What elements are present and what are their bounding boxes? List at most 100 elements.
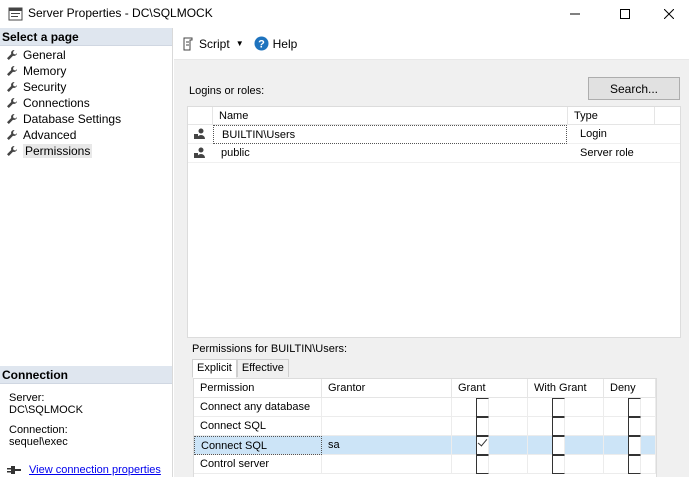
permission-row[interactable]: Connect SQL sa <box>194 436 656 455</box>
close-button[interactable] <box>646 0 689 28</box>
with-grant-checkbox[interactable] <box>552 455 565 474</box>
deny-checkbox[interactable] <box>628 398 641 417</box>
with-grant-cell <box>528 455 604 474</box>
deny-checkbox[interactable] <box>628 455 641 474</box>
connection-plug-icon <box>7 465 21 475</box>
select-page-header: Select a page <box>0 28 172 46</box>
grant-cell <box>452 436 528 455</box>
grantor <box>322 398 452 417</box>
connection-header: Connection <box>0 366 172 384</box>
column-header-type[interactable]: Type <box>568 107 655 125</box>
permission-row[interactable]: Connect SQL <box>194 417 656 436</box>
column-header-name[interactable]: Name <box>213 107 568 125</box>
grant-cell <box>452 398 528 417</box>
with-grant-cell <box>528 436 604 455</box>
main-content: Script ▼ ? Help Logins or roles: Search.… <box>174 28 689 477</box>
login-row[interactable]: BUILTIN\Users Login <box>188 125 680 144</box>
window-title: Server Properties - DC\SQLMOCK <box>28 6 213 20</box>
with-grant-cell <box>528 417 604 436</box>
help-button[interactable]: ? Help <box>254 36 298 51</box>
connection-info: Server: DC\SQLMOCK Connection: sequel\ex… <box>0 384 172 448</box>
page-item-label: Security <box>23 80 67 94</box>
view-link-label: View connection properties <box>29 464 161 476</box>
login-row[interactable]: public Server role <box>188 144 680 163</box>
tab-effective[interactable]: Effective <box>236 359 289 377</box>
permission-row[interactable]: Connect any database <box>194 398 656 417</box>
login-type: Login <box>580 128 607 140</box>
page-item-permissions[interactable]: Permissions <box>0 143 172 159</box>
with-grant-cell <box>528 398 604 417</box>
connection-label: Connection: <box>9 424 68 436</box>
wrench-icon <box>5 144 19 158</box>
search-button[interactable]: Search... <box>588 77 680 100</box>
view-connection-properties-link[interactable]: View connection properties <box>7 464 161 476</box>
page-item-general[interactable]: General <box>0 47 172 63</box>
column-header-deny[interactable]: Deny <box>604 379 656 398</box>
permission-name: Connect SQL <box>194 417 322 436</box>
permissions-label: Permissions for BUILTIN\Users: <box>192 343 348 355</box>
grantor <box>322 417 452 436</box>
page-item-advanced[interactable]: Advanced <box>0 127 172 143</box>
logins-grid: Name Type BUILTIN\Users Login public Ser… <box>187 106 681 338</box>
icon-column-header <box>188 107 213 125</box>
page-item-database-settings[interactable]: Database Settings <box>0 111 172 127</box>
left-pane: Select a page General Memory Security Co… <box>0 28 173 477</box>
column-header-grant[interactable]: Grant <box>452 379 528 398</box>
wrench-icon <box>5 64 19 78</box>
column-header-grantor[interactable]: Grantor <box>322 379 452 398</box>
deny-checkbox[interactable] <box>628 436 641 455</box>
server-label: Server: <box>9 392 45 404</box>
script-label: Script <box>199 36 230 51</box>
script-icon <box>181 37 195 51</box>
wrench-icon <box>5 112 19 126</box>
permission-tabs: Explicit Effective <box>192 359 289 378</box>
page-item-label: Advanced <box>23 128 77 142</box>
grantor: sa <box>322 436 452 455</box>
wrench-icon <box>5 128 19 142</box>
login-name: public <box>221 147 250 159</box>
page-item-label: General <box>23 48 66 62</box>
chevron-down-icon[interactable]: ▼ <box>236 39 244 48</box>
column-header-with-grant[interactable]: With Grant <box>528 379 604 398</box>
grant-checkbox[interactable] <box>476 417 489 436</box>
permissions-grid-header: Permission Grantor Grant With Grant Deny <box>194 379 656 398</box>
page-item-memory[interactable]: Memory <box>0 63 172 79</box>
page-item-label: Database Settings <box>23 112 122 126</box>
connection-section: Connection Server: DC\SQLMOCK Connection… <box>0 366 172 448</box>
grant-cell <box>452 417 528 436</box>
server-role-icon <box>193 146 207 163</box>
script-button[interactable]: Script ▼ <box>181 37 244 51</box>
page-list: General Memory Security Connections Data… <box>0 46 172 159</box>
permission-row[interactable]: Control server <box>194 455 656 474</box>
svg-text:?: ? <box>258 39 265 51</box>
grant-checkbox[interactable] <box>476 455 489 474</box>
column-header-permission[interactable]: Permission <box>194 379 322 398</box>
permission-name: Connect SQL <box>194 436 322 455</box>
grant-checkbox[interactable] <box>476 398 489 417</box>
help-icon: ? <box>254 36 269 51</box>
server-value: DC\SQLMOCK <box>9 404 83 416</box>
login-type: Server role <box>580 147 634 159</box>
deny-checkbox[interactable] <box>628 417 641 436</box>
title-bar: Server Properties - DC\SQLMOCK <box>0 0 689 28</box>
wrench-icon <box>5 80 19 94</box>
page-item-label: Connections <box>23 96 90 110</box>
page-item-label: Memory <box>23 64 67 78</box>
page-item-connections[interactable]: Connections <box>0 95 172 111</box>
wrench-icon <box>5 96 19 110</box>
page-item-security[interactable]: Security <box>0 79 172 95</box>
logins-grid-header: Name Type <box>188 107 680 125</box>
minimize-button[interactable] <box>552 0 598 28</box>
maximize-button[interactable] <box>602 0 648 28</box>
grant-checkbox[interactable] <box>476 436 489 455</box>
grantor <box>322 455 452 474</box>
login-user-icon <box>193 127 207 144</box>
tab-explicit[interactable]: Explicit <box>192 359 237 378</box>
permissions-grid: Permission Grantor Grant With Grant Deny… <box>193 378 657 477</box>
with-grant-checkbox[interactable] <box>552 417 565 436</box>
with-grant-checkbox[interactable] <box>552 398 565 417</box>
help-label: Help <box>272 36 298 51</box>
with-grant-checkbox[interactable] <box>552 436 565 455</box>
toolbar: Script ▼ ? Help <box>174 28 689 60</box>
permission-name: Connect any database <box>194 398 322 417</box>
